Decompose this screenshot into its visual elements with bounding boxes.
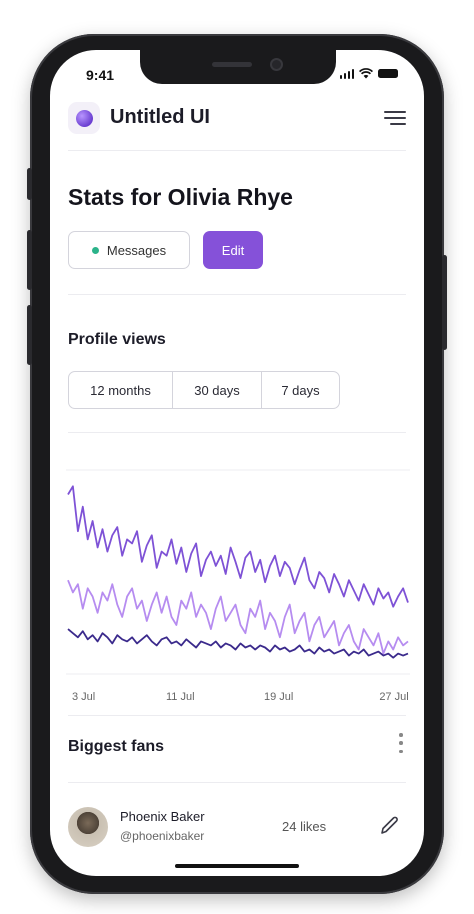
status-icons: [339, 68, 398, 79]
phone-power-button: [442, 255, 447, 350]
profile-views-title: Profile views: [68, 331, 166, 348]
wifi-icon: [359, 68, 373, 79]
header-divider: [68, 150, 406, 151]
notch: [140, 50, 336, 84]
signal-icon: [339, 68, 354, 79]
time-range-tabs: 12 months 30 days 7 days: [68, 371, 340, 409]
x-tick-label: 19 Jul: [264, 691, 293, 703]
fan-name: Phoenix Baker: [120, 809, 205, 824]
phone-volume-down-button: [27, 305, 32, 365]
chart-series-line-2: [67, 579, 409, 655]
avatar: [68, 807, 108, 847]
menu-icon-line: [390, 123, 406, 125]
more-options-icon[interactable]: [398, 733, 404, 753]
menu-button[interactable]: [384, 109, 406, 127]
brand-name: Untitled UI: [110, 106, 210, 128]
chart-bottom-divider: [68, 715, 406, 716]
phone-side-button: [27, 168, 32, 200]
status-time: 9:41: [86, 67, 115, 83]
fan-handle: @phoenixbaker: [120, 829, 205, 843]
x-tick-label: 3 Jul: [72, 691, 95, 703]
speaker: [212, 62, 252, 67]
battery-icon: [378, 69, 398, 78]
app-header: Untitled UI: [50, 94, 424, 150]
chart-series-line-1: [67, 485, 409, 608]
menu-icon-line: [384, 111, 406, 113]
chart-series-line-3: [67, 628, 409, 659]
x-tick-label: 27 Jul: [379, 691, 408, 703]
front-camera: [270, 58, 283, 71]
phone-volume-up-button: [27, 230, 32, 290]
profile-views-chart: 3 Jul 11 Jul 19 Jul 27 Jul: [66, 469, 410, 703]
messages-button-label: Messages: [106, 242, 167, 258]
online-dot-icon: [91, 246, 99, 254]
edit-button[interactable]: Edit: [203, 231, 263, 269]
page-title: Stats for Olivia Rhye: [68, 184, 293, 210]
tab-7-days[interactable]: 7 days: [262, 372, 339, 408]
x-tick-label: 11 Jul: [166, 691, 195, 703]
menu-icon-line: [384, 117, 406, 119]
messages-button[interactable]: Messages: [68, 231, 190, 269]
tab-30-days[interactable]: 30 days: [173, 372, 262, 408]
logo-mark-icon: [75, 109, 93, 127]
chart-top-divider: [68, 432, 406, 433]
tab-12-months[interactable]: 12 months: [69, 372, 173, 408]
home-indicator[interactable]: [175, 864, 299, 868]
edit-pencil-icon[interactable]: [378, 815, 400, 837]
biggest-fans-title: Biggest fans: [68, 738, 165, 755]
section-divider: [68, 294, 406, 295]
phone-screen: 9:41 Untitled UI Stats for Olivia Rhye M…: [50, 50, 424, 876]
fan-likes: 24 likes: [282, 819, 327, 834]
fan-row[interactable]: Phoenix Baker @phoenixbaker 24 likes: [68, 805, 406, 851]
fans-divider: [68, 782, 406, 783]
logo[interactable]: [68, 102, 100, 134]
